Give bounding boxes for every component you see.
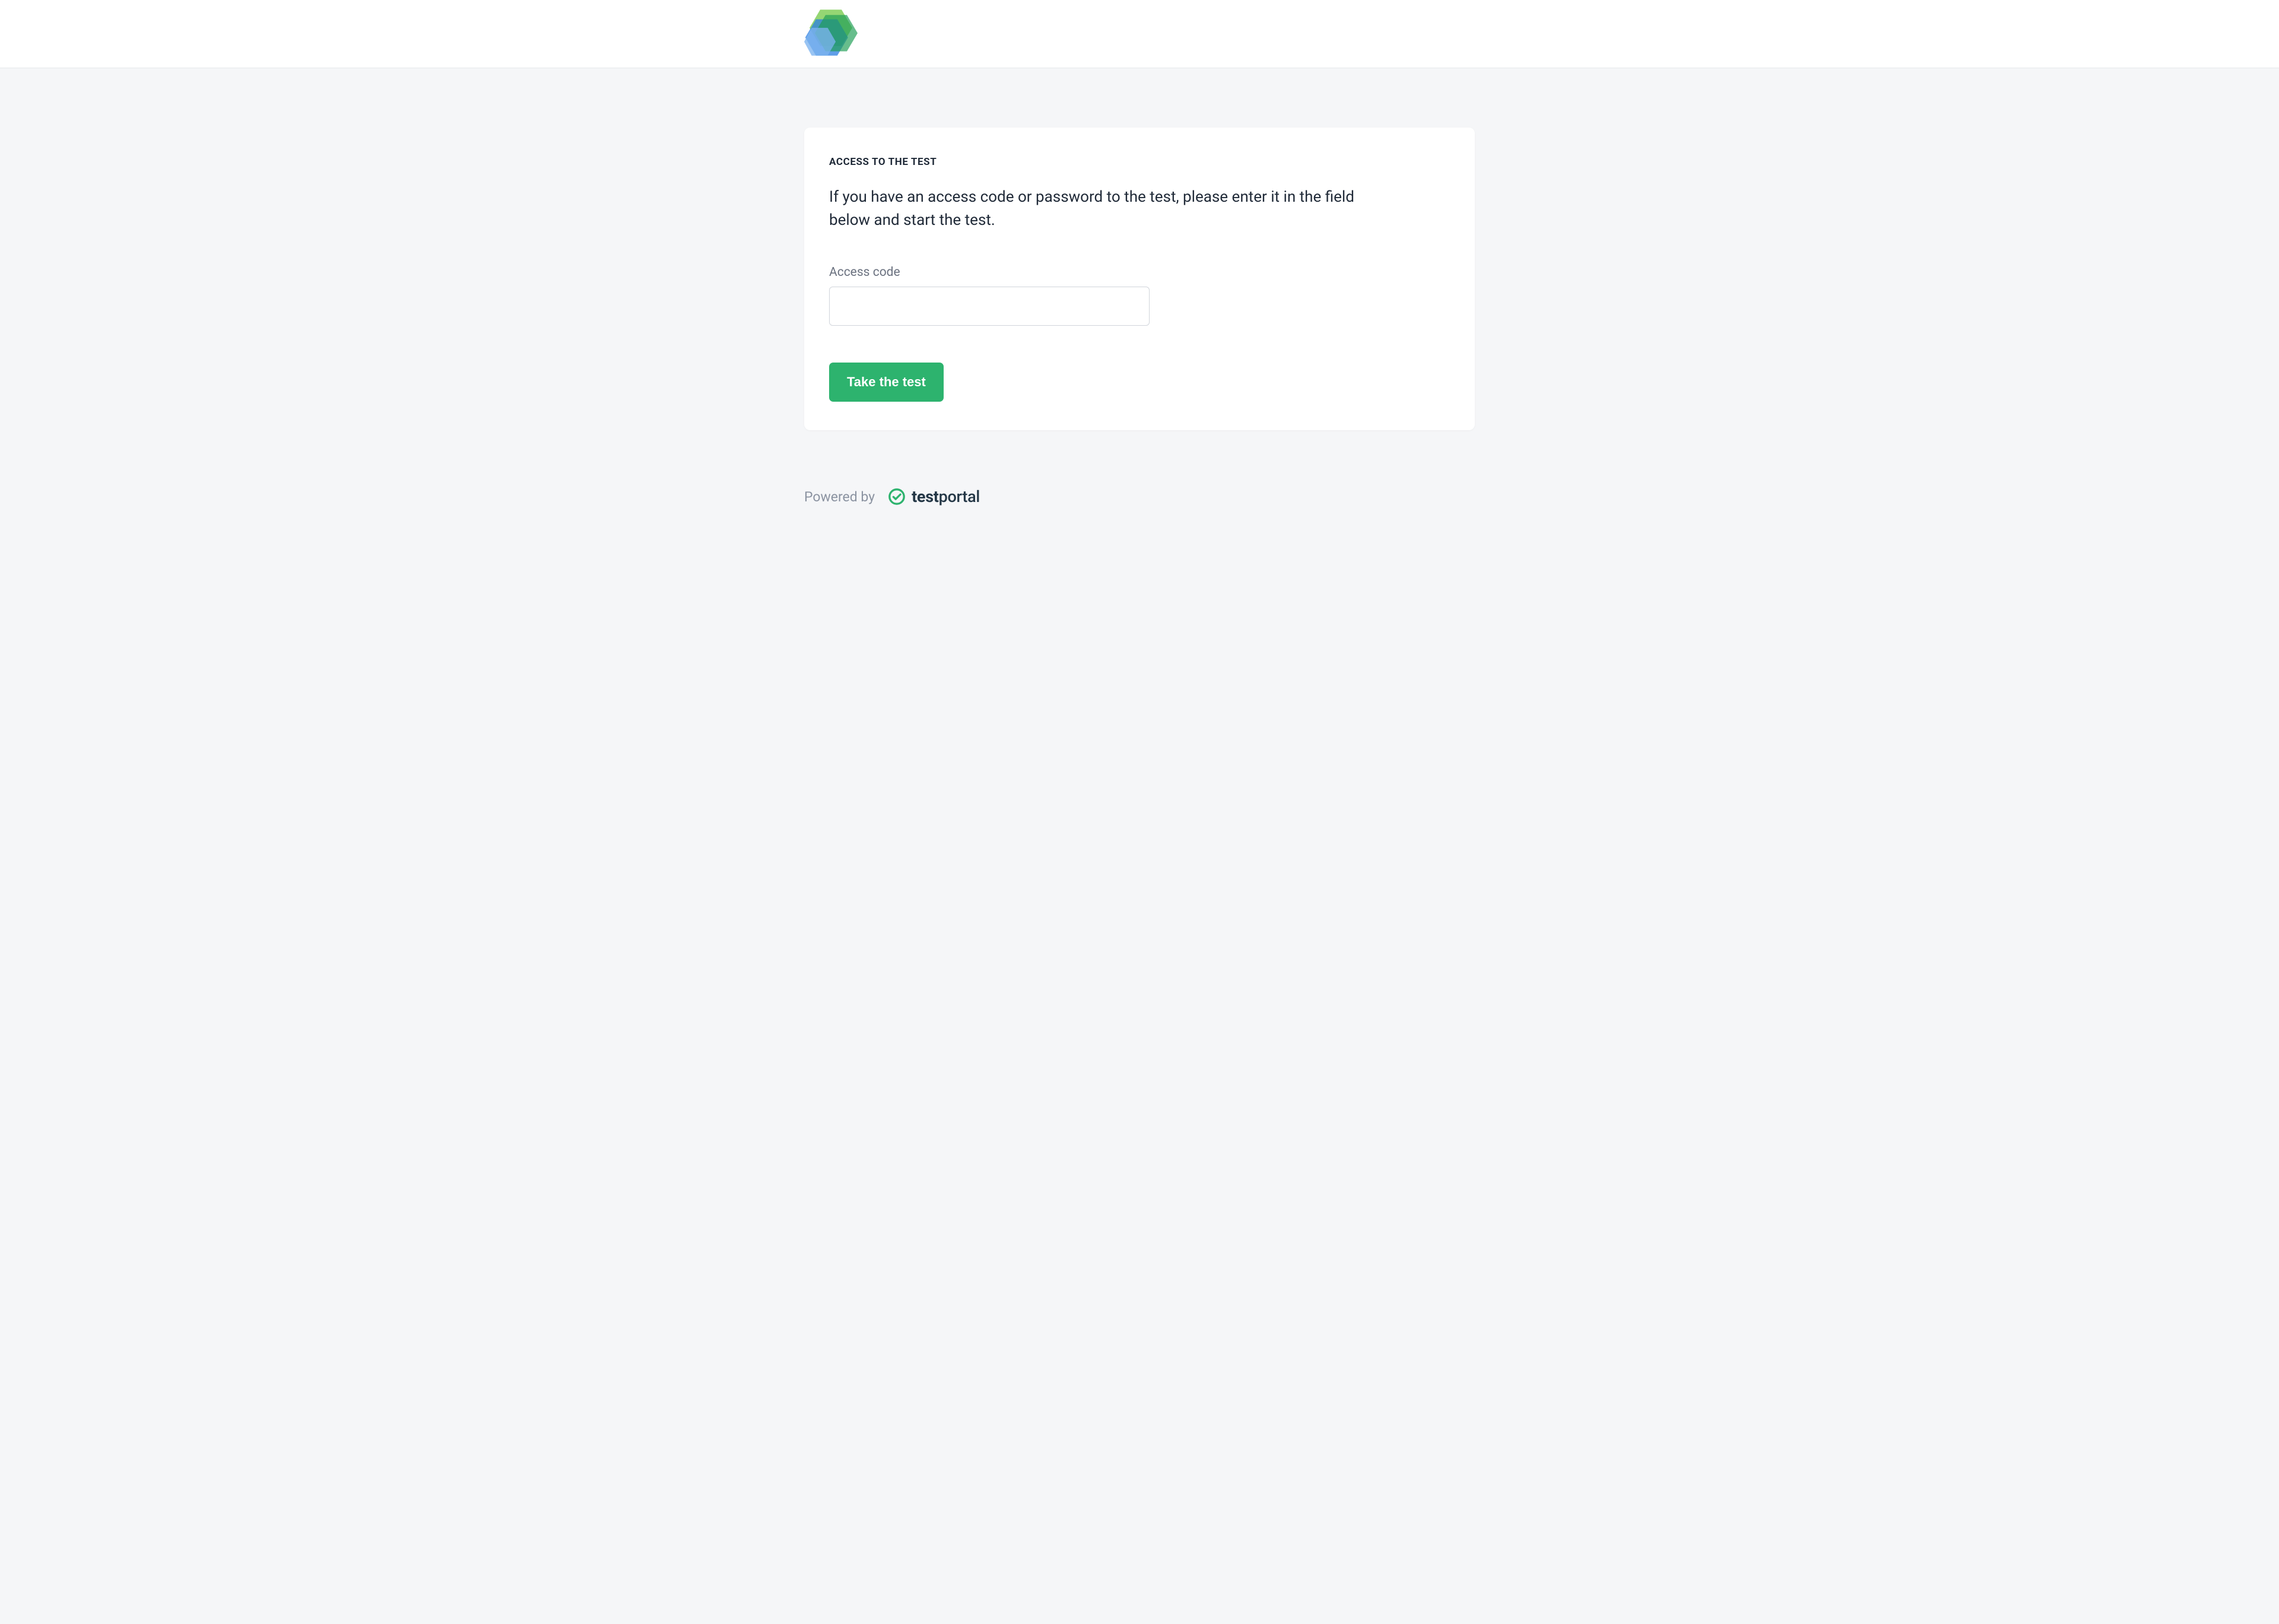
testportal-wordmark: testportal — [912, 487, 980, 506]
access-code-input[interactable] — [829, 287, 1150, 326]
access-card: ACCESS TO THE TEST If you have an access… — [804, 128, 1475, 430]
footer: Powered by testportal — [798, 454, 1481, 539]
access-code-label: Access code — [829, 265, 1450, 279]
app-header — [0, 0, 2279, 68]
brand-logo-icon — [804, 9, 858, 56]
powered-by-label: Powered by — [804, 489, 875, 505]
card-description: If you have an access code or password t… — [829, 186, 1363, 232]
checkmark-circle-icon — [888, 488, 906, 506]
card-title: ACCESS TO THE TEST — [829, 156, 1450, 168]
main-content: ACCESS TO THE TEST If you have an access… — [798, 68, 1481, 454]
take-test-button[interactable]: Take the test — [829, 363, 944, 402]
testportal-logo-link[interactable]: testportal — [888, 487, 980, 506]
